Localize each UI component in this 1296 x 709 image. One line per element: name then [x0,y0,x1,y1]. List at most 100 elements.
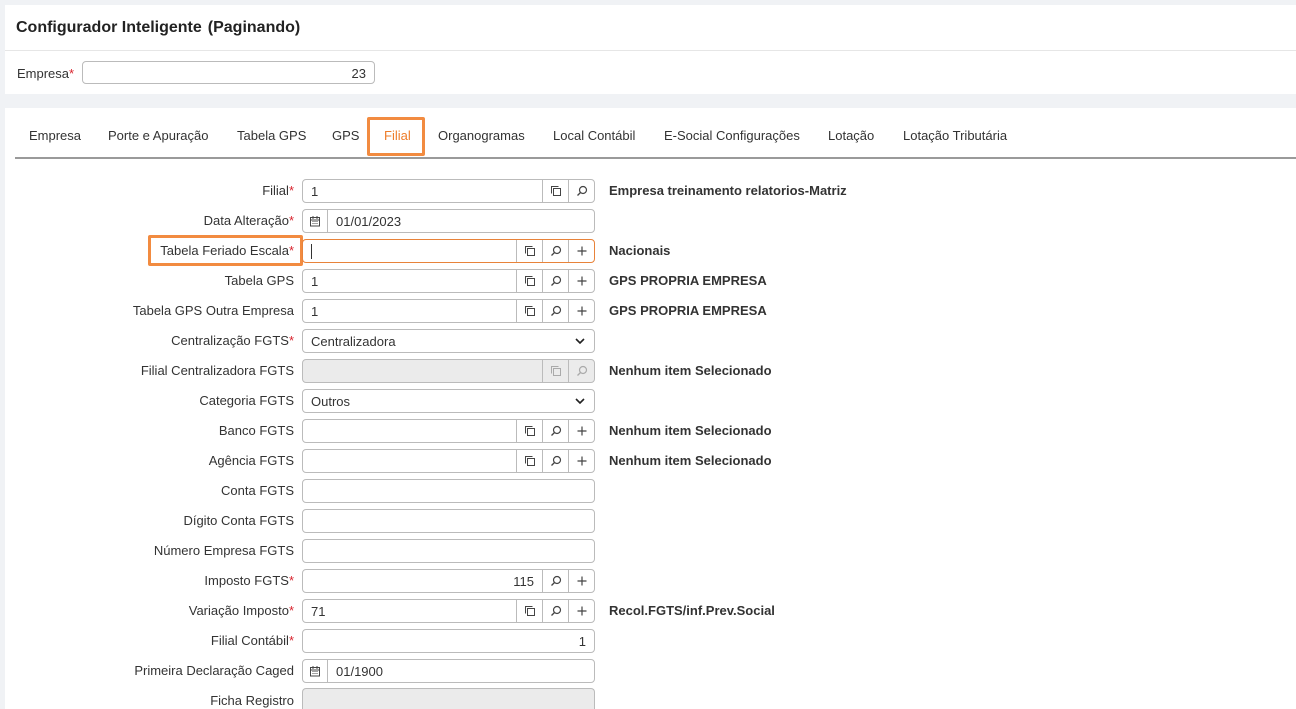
centralizacao-select[interactable]: Centralizadora [302,329,595,353]
search-icon[interactable] [542,450,568,472]
primeira-caged-field[interactable]: 01/1900 [302,659,595,683]
copy-icon[interactable] [516,420,542,442]
search-icon [568,360,594,382]
plus-icon[interactable] [568,240,594,262]
search-icon[interactable] [542,240,568,262]
empresa-label: Empresa* [17,66,74,81]
required-mark: * [288,603,294,618]
agencia-label-text: Agência FGTS [208,453,294,468]
banco-field[interactable] [302,419,595,443]
imposto-value[interactable]: 115 [303,574,542,589]
ficha-registro-label-text: Ficha Registro [210,693,294,708]
tab-esocial-configuracoes[interactable]: E-Social Configurações [664,128,800,143]
copy-icon[interactable] [516,600,542,622]
tab-empresa[interactable]: Empresa [29,128,81,143]
tab-porte-apuracao[interactable]: Porte e Apuração [108,128,208,143]
calendar-icon[interactable] [303,660,328,682]
tab-lotacao[interactable]: Lotação [828,128,874,143]
data-alteracao-value[interactable]: 01/01/2023 [328,214,594,229]
copy-icon[interactable] [542,180,568,202]
search-icon[interactable] [542,570,568,592]
filial-centralizadora-description: Nenhum item Selecionado [609,363,772,378]
tab-highlight-box [367,117,425,156]
required-mark: * [69,66,75,81]
header-panel: Configurador Inteligente (Paginando) Empr… [5,5,1296,94]
chevron-down-icon[interactable] [574,335,586,347]
plus-icon[interactable] [568,600,594,622]
search-icon[interactable] [568,180,594,202]
search-icon[interactable] [542,420,568,442]
required-mark: * [288,243,294,258]
ficha-registro-field [302,688,595,709]
plus-icon[interactable] [568,420,594,442]
tab-gps[interactable]: GPS [332,128,359,143]
tabela-gps-value[interactable]: 1 [303,274,516,289]
data-alteracao-label: Data Alteração* [204,213,294,228]
primeira-caged-label: Primeira Declaração Caged [134,663,294,678]
copy-icon[interactable] [516,270,542,292]
plus-icon[interactable] [568,450,594,472]
categoria-select[interactable]: Outros [302,389,595,413]
agencia-label: Agência FGTS [209,453,294,468]
tab-bar: Empresa Porte e Apuração Tabela GPS GPS … [15,108,1296,158]
variacao-field[interactable]: 71 [302,599,595,623]
data-alteracao-field[interactable]: 01/01/2023 [302,209,595,233]
calendar-icon[interactable] [303,210,328,232]
filial-centralizadora-field [302,359,595,383]
agencia-field[interactable] [302,449,595,473]
tabela-feriado-field[interactable] [302,239,595,263]
tabela-gps-label: Tabela GPS [225,273,294,288]
empresa-input[interactable]: 23 [82,61,375,84]
primeira-caged-value[interactable]: 01/1900 [328,664,594,679]
agencia-description: Nenhum item Selecionado [609,453,772,468]
tabela-feriado-label: Tabela Feriado Escala* [160,243,294,258]
required-mark: * [288,183,294,198]
plus-icon[interactable] [568,270,594,292]
tab-local-contabil[interactable]: Local Contábil [553,128,635,143]
plus-icon[interactable] [568,300,594,322]
centralizacao-label: Centralização FGTS* [171,333,294,348]
divider [5,50,1296,51]
page-subtitle: (Paginando) [207,19,301,36]
search-icon[interactable] [542,270,568,292]
tab-tabela-gps[interactable]: Tabela GPS [237,128,306,143]
required-mark: * [288,633,294,648]
tabela-gps-label-text: Tabela GPS [224,273,294,288]
imposto-field[interactable]: 115 [302,569,595,593]
conta-field[interactable] [302,479,595,503]
copy-icon[interactable] [516,450,542,472]
variacao-value[interactable]: 71 [303,604,516,619]
digito-label-text: Dígito Conta FGTS [183,513,294,528]
copy-icon[interactable] [516,240,542,262]
conta-label-text: Conta FGTS [221,483,294,498]
centralizacao-value[interactable]: Centralizadora [303,334,574,349]
search-icon[interactable] [542,300,568,322]
filial-field[interactable]: 1 [302,179,595,203]
filial-contabil-field[interactable]: 1 [302,629,595,653]
search-icon[interactable] [542,600,568,622]
tabela-gps-outra-value[interactable]: 1 [303,304,516,319]
variacao-description: Recol.FGTS/inf.Prev.Social [609,603,775,618]
chevron-down-icon[interactable] [574,395,586,407]
numero-empresa-label-text: Número Empresa FGTS [153,543,294,558]
filial-contabil-value[interactable]: 1 [303,634,594,649]
ficha-registro-label: Ficha Registro [210,693,294,708]
digito-field[interactable] [302,509,595,533]
filial-centralizadora-label-text: Filial Centralizadora FGTS [140,363,294,378]
numero-empresa-field[interactable] [302,539,595,563]
imposto-label-text: Imposto FGTS [204,573,289,588]
variacao-label-text: Variação Imposto [188,603,289,618]
filial-label-text: Filial [262,183,289,198]
categoria-value[interactable]: Outros [303,394,574,409]
filial-value[interactable]: 1 [303,184,542,199]
centralizacao-label-text: Centralização FGTS [171,333,289,348]
categoria-label: Categoria FGTS [199,393,294,408]
banco-description: Nenhum item Selecionado [609,423,772,438]
copy-icon[interactable] [516,300,542,322]
tabela-gps-field[interactable]: 1 [302,269,595,293]
tab-lotacao-tributaria[interactable]: Lotação Tributária [903,128,1007,143]
tabela-gps-outra-field[interactable]: 1 [302,299,595,323]
required-mark: * [288,333,294,348]
tab-organogramas[interactable]: Organogramas [438,128,525,143]
plus-icon[interactable] [568,570,594,592]
